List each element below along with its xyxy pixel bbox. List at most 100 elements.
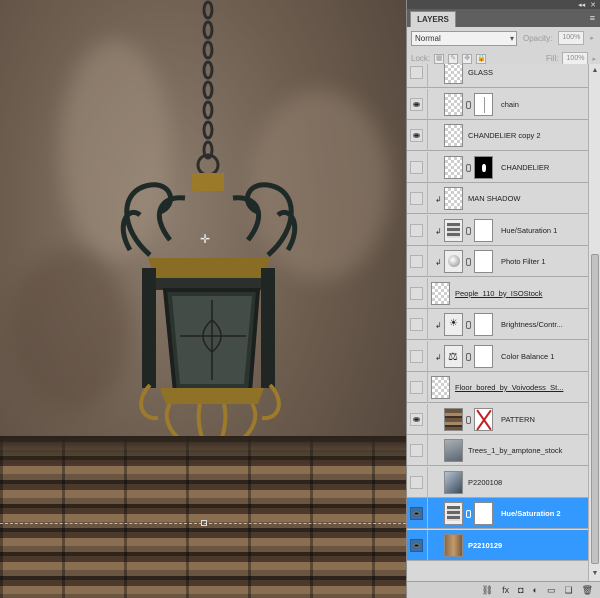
layer-name[interactable]: chain bbox=[501, 100, 519, 109]
visibility-eye-icon[interactable] bbox=[410, 66, 423, 79]
layer-name[interactable]: Photo Filter 1 bbox=[501, 257, 546, 266]
mask-link-icon[interactable] bbox=[466, 352, 471, 361]
document-canvas[interactable]: ✛ bbox=[0, 0, 406, 598]
add-mask-icon[interactable]: ◘ bbox=[518, 585, 523, 595]
lock-position-icon[interactable]: ✥ bbox=[462, 53, 473, 64]
new-group-icon[interactable]: ▭ bbox=[547, 585, 556, 596]
layer-name[interactable]: Brightness/Contr... bbox=[501, 320, 563, 329]
fill-dropdown-icon[interactable]: ▸ bbox=[592, 55, 596, 63]
layer-thumbnail[interactable] bbox=[444, 187, 463, 210]
layer-row[interactable]: GLASS bbox=[407, 64, 588, 88]
layer-row[interactable]: ↲ Color Balance 1 bbox=[407, 340, 588, 372]
scroll-up-icon[interactable]: ▲ bbox=[590, 66, 600, 76]
layer-thumbnail[interactable] bbox=[444, 313, 463, 336]
layer-mask-thumbnail[interactable] bbox=[474, 92, 493, 116]
trash-icon[interactable]: 🗑 bbox=[582, 585, 593, 596]
visibility-eye-icon[interactable] bbox=[410, 412, 423, 426]
layer-name[interactable]: Color Balance 1 bbox=[501, 352, 554, 361]
fx-icon[interactable]: fx bbox=[502, 585, 509, 595]
lock-transparent-icon[interactable]: ▦ bbox=[434, 53, 445, 64]
layer-row[interactable]: P2210129 bbox=[407, 529, 588, 561]
layer-name[interactable]: CHANDELIER copy 2 bbox=[468, 131, 541, 140]
mask-link-icon[interactable] bbox=[466, 226, 471, 235]
layer-mask-thumbnail[interactable] bbox=[474, 407, 493, 431]
visibility-eye-icon[interactable] bbox=[410, 160, 423, 174]
layer-row[interactable]: CHANDELIER copy 2 bbox=[407, 120, 588, 151]
layer-thumbnail[interactable] bbox=[431, 376, 450, 399]
mask-link-icon[interactable] bbox=[466, 100, 471, 109]
scroll-down-icon[interactable]: ▼ bbox=[590, 569, 600, 579]
lock-all-icon[interactable]: 🔒 bbox=[476, 53, 487, 64]
mask-link-icon[interactable] bbox=[466, 163, 471, 172]
layer-mask-thumbnail[interactable] bbox=[474, 250, 493, 273]
layer-name[interactable]: GLASS bbox=[468, 68, 493, 77]
tab-layers[interactable]: LAYERS bbox=[410, 11, 456, 27]
layer-thumbnail[interactable] bbox=[444, 250, 463, 273]
layer-row[interactable]: chain bbox=[407, 88, 588, 120]
visibility-eye-icon[interactable] bbox=[410, 192, 423, 205]
layer-thumbnail[interactable] bbox=[444, 533, 463, 557]
marquee-handle[interactable] bbox=[201, 520, 207, 526]
layer-name[interactable]: CHANDELIER bbox=[501, 163, 549, 172]
close-panel-icon[interactable]: ✕ bbox=[590, 1, 596, 9]
mask-link-icon[interactable] bbox=[466, 510, 471, 518]
layer-name[interactable]: PATTERN bbox=[501, 415, 535, 424]
visibility-eye-icon[interactable] bbox=[410, 318, 423, 331]
layer-name[interactable]: People_110_by_ISOStock bbox=[455, 289, 542, 298]
visibility-eye-icon[interactable] bbox=[410, 381, 423, 394]
layer-name[interactable]: MAN SHADOW bbox=[468, 194, 521, 203]
layer-thumbnail[interactable] bbox=[444, 218, 463, 242]
visibility-eye-icon[interactable] bbox=[410, 286, 423, 300]
layer-row[interactable]: Trees_1_by_amptone_stock bbox=[407, 435, 588, 466]
layer-mask-thumbnail[interactable] bbox=[474, 313, 493, 336]
layer-name[interactable]: Hue/Saturation 1 bbox=[501, 226, 557, 235]
layer-mask-thumbnail[interactable] bbox=[474, 155, 493, 179]
layer-name[interactable]: Trees_1_by_amptone_stock bbox=[468, 446, 562, 455]
layer-name[interactable]: P2210129 bbox=[468, 541, 502, 550]
scroll-thumb[interactable] bbox=[591, 254, 599, 564]
layer-name[interactable]: Floor_bored_by_Voivodess_St... bbox=[455, 383, 563, 392]
opacity-dropdown-icon[interactable]: ▸ bbox=[590, 34, 594, 42]
layer-thumbnail[interactable] bbox=[444, 124, 463, 147]
layer-thumbnail[interactable] bbox=[444, 407, 463, 431]
visibility-eye-icon[interactable] bbox=[410, 223, 423, 237]
panel-menu-icon[interactable]: ≡ bbox=[590, 13, 595, 23]
visibility-eye-icon[interactable] bbox=[410, 255, 423, 268]
visibility-eye-icon[interactable] bbox=[410, 97, 423, 111]
layer-row[interactable]: ↲ Hue/Saturation 1 bbox=[407, 214, 588, 246]
visibility-eye-icon[interactable] bbox=[410, 349, 423, 363]
mask-link-icon[interactable] bbox=[466, 258, 471, 266]
layer-row[interactable]: ↲ Brightness/Contr... bbox=[407, 309, 588, 340]
layer-mask-thumbnail[interactable] bbox=[474, 218, 493, 242]
layer-row[interactable]: ↲ Photo Filter 1 bbox=[407, 246, 588, 277]
layer-thumbnail[interactable] bbox=[444, 64, 463, 84]
layer-row[interactable]: ↲ MAN SHADOW bbox=[407, 183, 588, 214]
visibility-eye-icon[interactable] bbox=[410, 129, 423, 142]
layer-thumbnail[interactable] bbox=[444, 470, 463, 494]
visibility-eye-icon[interactable] bbox=[410, 507, 423, 520]
layer-mask-thumbnail[interactable] bbox=[474, 344, 493, 368]
collapse-panel-icon[interactable]: ◂◂ bbox=[578, 1, 585, 9]
adjustment-layer-icon[interactable]: ◐ bbox=[533, 585, 538, 595]
layer-row[interactable]: Hue/Saturation 2 bbox=[407, 498, 588, 529]
layer-thumbnail[interactable] bbox=[431, 281, 450, 305]
layer-thumbnail[interactable] bbox=[444, 344, 463, 368]
layer-row[interactable]: People_110_by_ISOStock bbox=[407, 277, 588, 309]
mask-link-icon[interactable] bbox=[466, 415, 471, 424]
layer-thumbnail[interactable] bbox=[444, 502, 463, 525]
new-layer-icon[interactable]: ❏ bbox=[564, 585, 572, 596]
blend-mode-select[interactable]: Normal ▾ bbox=[411, 30, 517, 46]
layer-row[interactable]: CHANDELIER bbox=[407, 151, 588, 183]
layers-scrollbar[interactable]: ▲ ▼ bbox=[588, 64, 600, 581]
lock-image-icon[interactable]: ✎ bbox=[448, 53, 459, 64]
layer-thumbnail[interactable] bbox=[444, 439, 463, 462]
layer-mask-thumbnail[interactable] bbox=[474, 502, 493, 525]
layer-thumbnail[interactable] bbox=[444, 92, 463, 116]
visibility-eye-icon[interactable] bbox=[410, 475, 423, 489]
layer-row[interactable]: Floor_bored_by_Voivodess_St... bbox=[407, 372, 588, 403]
visibility-eye-icon[interactable] bbox=[410, 444, 423, 457]
opacity-field[interactable]: 100% bbox=[558, 31, 585, 45]
layer-row[interactable]: PATTERN bbox=[407, 403, 588, 435]
visibility-eye-icon[interactable] bbox=[410, 538, 423, 552]
link-layers-icon[interactable]: ⛓ bbox=[482, 585, 493, 596]
